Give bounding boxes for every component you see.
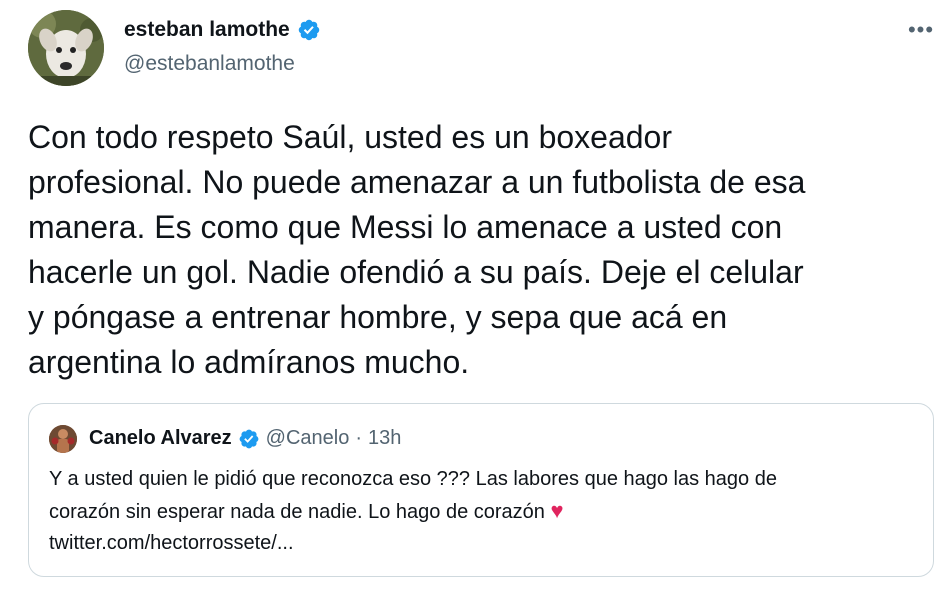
quoted-text-body: Y a usted quien le pidió que reconozca e…	[49, 468, 777, 523]
quoted-tweet[interactable]: Canelo Alvarez @Canelo · 13h Y a usted q…	[28, 403, 934, 577]
more-options-icon[interactable]: •••	[904, 17, 938, 42]
verified-badge-icon	[239, 429, 259, 448]
quoted-avatar[interactable]	[49, 425, 77, 453]
tweet-text: Con todo respeto Saúl, usted es un boxea…	[28, 119, 806, 380]
quoted-author-handle[interactable]: @Canelo	[266, 427, 350, 450]
author-name[interactable]: esteban lamothe	[124, 18, 290, 42]
quoted-header: Canelo Alvarez @Canelo · 13h	[89, 427, 401, 450]
quoted-link[interactable]: twitter.com/hectorrossete/...	[49, 532, 294, 554]
dog-avatar-image	[28, 10, 104, 86]
tweet: esteban lamothe @estebanlamothe ••• Con …	[0, 0, 950, 592]
quoted-text: Y a usted quien le pidió que reconozca e…	[49, 464, 919, 559]
quoted-timestamp[interactable]: 13h	[368, 427, 401, 450]
boxer-avatar-image	[49, 425, 77, 453]
author-handle[interactable]: @estebanlamothe	[124, 52, 295, 76]
verified-badge-icon	[298, 19, 319, 41]
author-avatar[interactable]	[28, 10, 104, 86]
author-name-row[interactable]: esteban lamothe	[124, 18, 321, 42]
separator-dot: ·	[355, 427, 363, 449]
quoted-author-name[interactable]: Canelo Alvarez	[89, 427, 232, 450]
heart-icon: ♥	[550, 498, 564, 523]
